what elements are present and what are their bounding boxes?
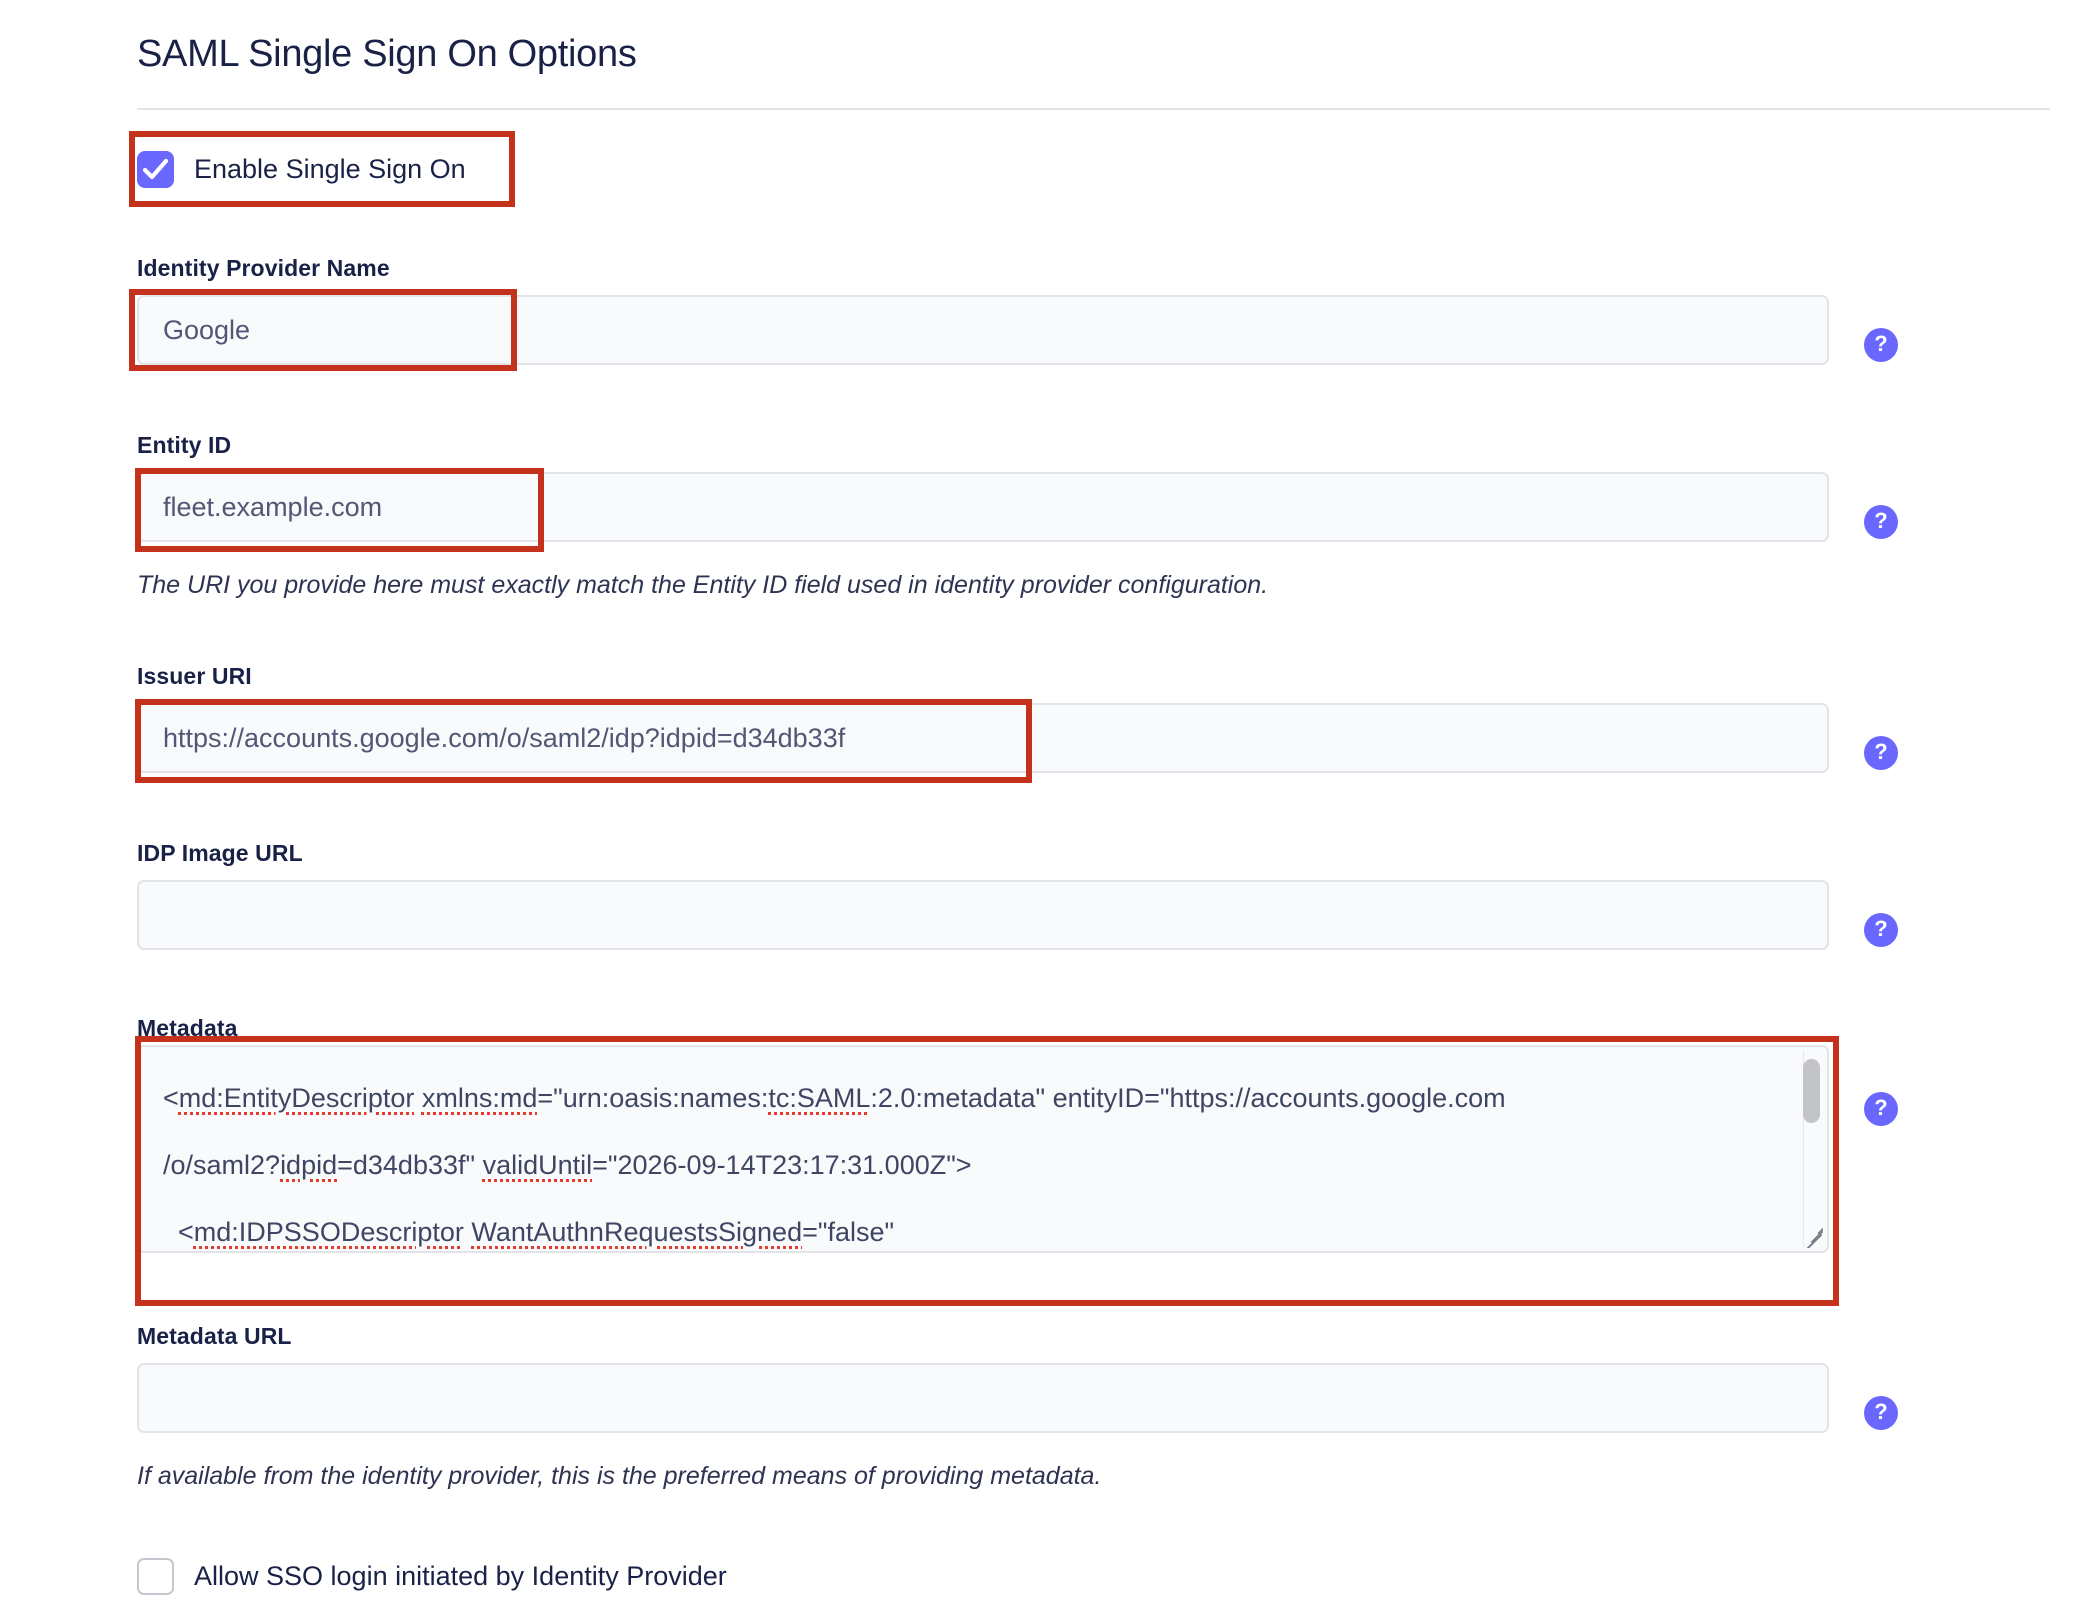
entity-id-helper-text: The URI you provide here must exactly ma… (137, 571, 1269, 599)
entity-id-input[interactable]: fleet.example.com (137, 472, 1829, 542)
checkmark-icon (143, 158, 168, 179)
allow-sso-idp-label: Allow SSO login initiated by Identity Pr… (194, 1560, 727, 1591)
title-divider (137, 108, 2050, 110)
allow-sso-idp-checkbox[interactable] (137, 1557, 174, 1595)
metadata-textarea-content[interactable]: <md:EntityDescriptor xmlns:md="urn:oasis… (139, 1047, 1827, 1251)
issuer-uri-input[interactable]: https://accounts.google.com/o/saml2/idp?… (137, 703, 1829, 773)
enable-single-sign-on-row[interactable]: Enable Single Sign On (137, 148, 466, 190)
metadata-textarea[interactable]: <md:EntityDescriptor xmlns:md="urn:oasis… (137, 1045, 1829, 1253)
issuer-uri-label: Issuer URI (137, 663, 252, 689)
metadata-line: <md:EntityDescriptor xmlns:md="urn:oasis… (163, 1083, 1506, 1113)
allow-sso-idp-row[interactable]: Allow SSO login initiated by Identity Pr… (137, 1555, 727, 1597)
idp-image-url-label: IDP Image URL (137, 840, 303, 866)
idp-image-url-help-icon[interactable]: ? (1864, 913, 1898, 947)
issuer-uri-help-icon[interactable]: ? (1864, 736, 1898, 770)
metadata-url-input[interactable] (137, 1363, 1829, 1433)
saml-sso-options-page: SAML Single Sign On Options Enable Singl… (0, 0, 2077, 1620)
metadata-help-icon[interactable]: ? (1864, 1092, 1898, 1126)
metadata-url-help-icon[interactable]: ? (1864, 1396, 1898, 1430)
metadata-url-label: Metadata URL (137, 1323, 292, 1349)
entity-id-help-icon[interactable]: ? (1864, 505, 1898, 539)
identity-provider-name-label: Identity Provider Name (137, 255, 390, 281)
metadata-label: Metadata (137, 1015, 238, 1041)
metadata-scrollbar[interactable] (1803, 1051, 1824, 1247)
entity-id-label: Entity ID (137, 432, 232, 458)
metadata-scrollbar-thumb[interactable] (1803, 1059, 1820, 1123)
enable-sso-checkbox[interactable] (137, 150, 174, 188)
metadata-resize-handle[interactable] (1797, 1222, 1823, 1248)
identity-provider-name-input[interactable]: Google (137, 295, 1829, 365)
idp-image-url-input[interactable] (137, 880, 1829, 950)
metadata-url-helper-text: If available from the identity provider,… (137, 1462, 1102, 1490)
metadata-line: <md:IDPSSODescriptor WantAuthnRequestsSi… (163, 1217, 895, 1247)
enable-sso-label: Enable Single Sign On (194, 153, 466, 184)
metadata-line: /o/saml2?idpid=d34db33f" validUntil="202… (163, 1150, 972, 1180)
page-title: SAML Single Sign On Options (137, 33, 637, 75)
identity-provider-name-help-icon[interactable]: ? (1864, 328, 1898, 362)
